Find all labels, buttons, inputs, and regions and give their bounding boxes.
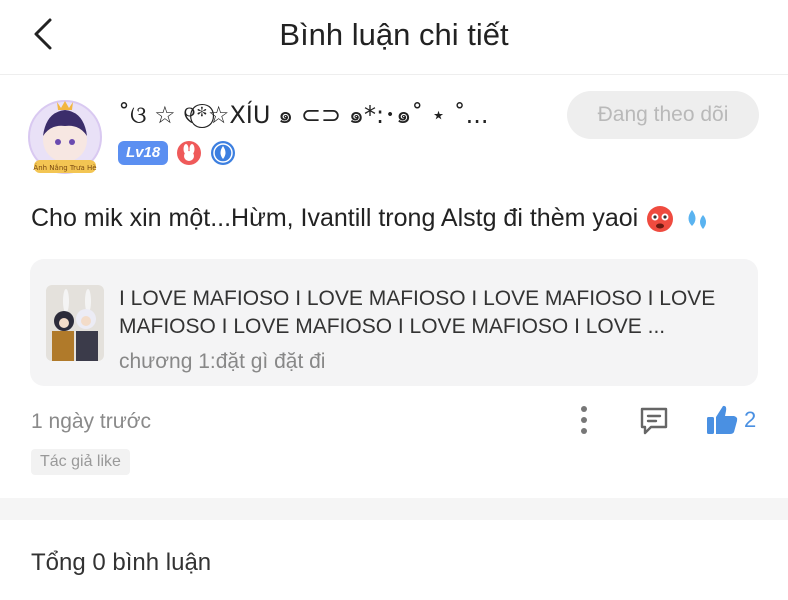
comment-body: Cho mik xin một...Hừm, Ivantill trong Al… bbox=[31, 204, 639, 232]
sweat-droplets-icon bbox=[688, 210, 707, 230]
username[interactable]: ˚ଓ ☆ ୧*⃝☆XÍU ๑ ⊂⊃ ๑*:･๑˚ ⋆ ˚... bbox=[118, 100, 488, 130]
chapter-name: chương 1:đặt gì đặt đi bbox=[119, 350, 326, 373]
like-count: 2 bbox=[744, 407, 757, 432]
level-badge: Lv18 bbox=[118, 141, 169, 165]
author-liked-tag: Tác giả like bbox=[31, 449, 130, 475]
rabbit-badge-icon bbox=[177, 141, 202, 165]
flushed-face-icon bbox=[647, 206, 674, 233]
user-badges: Lv18 bbox=[118, 139, 236, 167]
comment-text: Cho mik xin một...Hừm, Ivantill trong Al… bbox=[31, 200, 712, 236]
thumbs-up-icon[interactable] bbox=[704, 402, 740, 438]
avatar-caption: Ánh Nắng Trưa Hè bbox=[33, 163, 96, 172]
drop-badge-icon bbox=[211, 141, 236, 165]
section-divider bbox=[0, 498, 788, 520]
comment-time: 1 ngày trước bbox=[31, 410, 152, 433]
chapter-card-text: I LOVE MAFIOSO I LOVE MAFIOSO I LOVE MAF… bbox=[119, 287, 716, 338]
reply-comment-icon[interactable] bbox=[637, 403, 671, 437]
header-bar: Bình luận chi tiết bbox=[0, 0, 788, 75]
chapter-thumbnail bbox=[46, 285, 104, 361]
following-button[interactable]: Đang theo dõi bbox=[567, 91, 759, 139]
avatar[interactable]: Ánh Nắng Trưa Hè bbox=[24, 96, 106, 178]
chapter-card[interactable]: I LOVE MAFIOSO I LOVE MAFIOSO I LOVE MAF… bbox=[30, 259, 758, 386]
total-comments: Tổng 0 bình luận bbox=[31, 549, 212, 576]
more-vertical-icon[interactable] bbox=[572, 403, 596, 437]
page-title: Bình luận chi tiết bbox=[279, 17, 509, 52]
